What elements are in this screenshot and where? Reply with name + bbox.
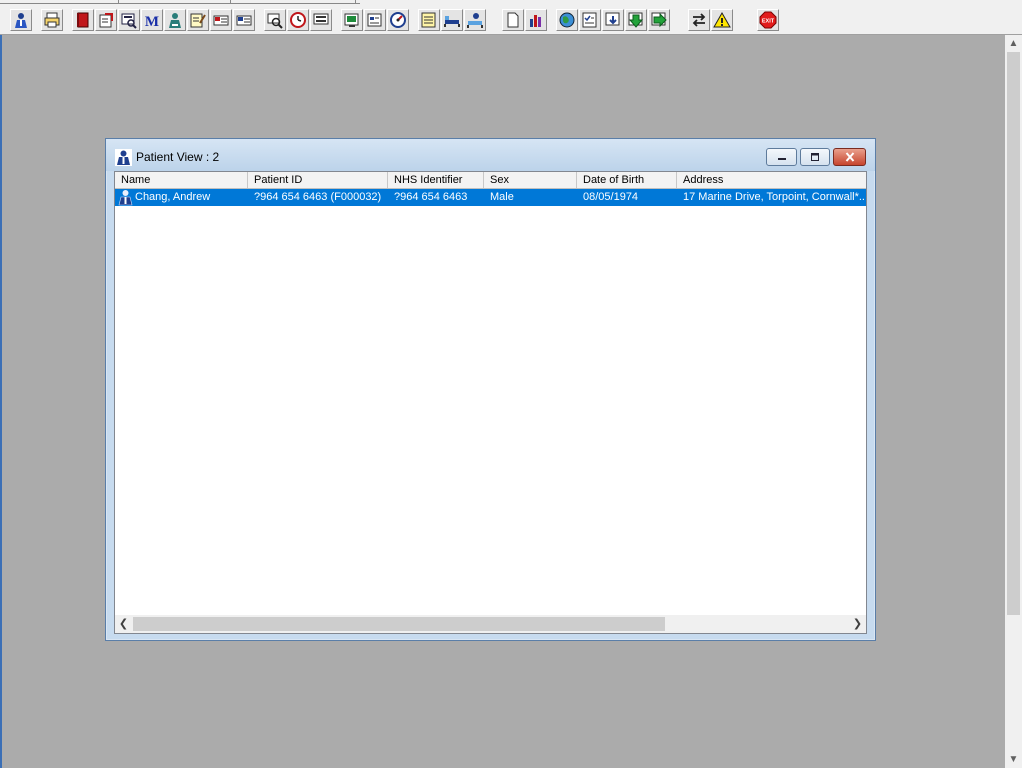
red-book-icon: [77, 12, 89, 28]
doctor-button[interactable]: [164, 9, 186, 31]
chart-window-button[interactable]: [341, 9, 363, 31]
green-arrow-down-icon: [628, 12, 644, 28]
column-header-date-of-birth[interactable]: Date of Birth: [577, 172, 677, 188]
swap-icon: [692, 13, 706, 27]
restore-icon: [811, 153, 819, 161]
column-header-patient-id[interactable]: Patient ID: [248, 172, 388, 188]
monitor-button[interactable]: [310, 9, 332, 31]
green-arrow-right-icon: [651, 12, 667, 28]
column-header-name[interactable]: Name: [115, 172, 248, 188]
card-alt-icon: [236, 15, 252, 26]
workspace-scroll-thumb[interactable]: [1007, 52, 1020, 615]
alert-button[interactable]: [711, 9, 733, 31]
form-button[interactable]: [364, 9, 386, 31]
scroll-down-arrow-icon[interactable]: ▼: [1005, 751, 1022, 768]
mail-button[interactable]: M: [141, 9, 163, 31]
doctor-icon: [169, 13, 181, 28]
scroll-right-arrow-icon[interactable]: ❯: [849, 615, 866, 633]
edit-note-icon: [190, 13, 206, 28]
print-button[interactable]: [41, 9, 63, 31]
dial-icon: [390, 12, 406, 28]
mdi-left-border: [0, 35, 2, 768]
table-row[interactable]: Chang, Andrew ?964 654 6463 (F000032) ?9…: [115, 189, 866, 206]
globe-icon: [559, 12, 575, 28]
scroll-up-arrow-icon[interactable]: ▲: [1005, 35, 1022, 52]
statistics-button[interactable]: [525, 9, 547, 31]
list-button[interactable]: [418, 9, 440, 31]
monitor-icon: [313, 13, 329, 25]
checklist-button[interactable]: [579, 9, 601, 31]
exit-button[interactable]: EXIT: [757, 9, 779, 31]
patient-button[interactable]: [10, 9, 32, 31]
cell-nhs-identifier: ?964 654 6463: [394, 191, 468, 203]
notes-button[interactable]: [95, 9, 117, 31]
form-icon: [367, 13, 382, 27]
swap-button[interactable]: [688, 9, 710, 31]
dial-button[interactable]: [387, 9, 409, 31]
exit-icon: EXIT: [759, 11, 777, 29]
import-button[interactable]: [625, 9, 647, 31]
cell-date-of-birth: 08/05/1974: [583, 191, 639, 203]
exit-label: EXIT: [762, 19, 775, 25]
globe-button[interactable]: [556, 9, 578, 31]
new-document-button[interactable]: [502, 9, 524, 31]
card-icon: [213, 15, 229, 26]
clock-icon: [290, 12, 306, 28]
find-button[interactable]: [264, 9, 286, 31]
printer-icon: [44, 12, 60, 28]
card-button[interactable]: [210, 9, 232, 31]
close-button[interactable]: [833, 148, 866, 166]
admission-button[interactable]: [464, 9, 486, 31]
minimize-button[interactable]: [766, 148, 797, 166]
patient-view-window: Patient View : 2 Name Patient ID NHS Ide…: [105, 138, 876, 641]
column-header-nhs-identifier[interactable]: NHS Identifier: [388, 172, 484, 188]
cell-sex: Male: [490, 191, 514, 203]
column-header-address[interactable]: Address: [677, 172, 866, 188]
cell-name: Chang, Andrew: [135, 191, 211, 203]
download-icon: [605, 12, 620, 26]
bed-button[interactable]: [441, 9, 463, 31]
chart-window-icon: [344, 13, 359, 27]
person-bed-icon: [467, 13, 483, 28]
cell-patient-id: ?964 654 6463 (F000032): [254, 191, 382, 203]
close-icon: [845, 152, 854, 162]
cell-address: 17 Marine Drive, Torpoint, Cornwall*...: [683, 191, 865, 203]
scroll-left-arrow-icon[interactable]: ❮: [115, 615, 132, 633]
patient-icon: [15, 13, 27, 28]
list-icon: [421, 12, 436, 28]
main-toolbar: M EXIT: [0, 0, 1022, 35]
patient-window-icon: [115, 149, 132, 166]
window-titlebar[interactable]: Patient View : 2: [106, 139, 875, 171]
notes-icon: [99, 13, 113, 28]
patient-list-view: Name Patient ID NHS Identifier Sex Date …: [114, 171, 867, 634]
horizontal-scroll-thumb[interactable]: [133, 617, 665, 631]
warning-icon: [713, 11, 731, 28]
mail-m-icon: M: [145, 14, 159, 29]
records-book-button[interactable]: [72, 9, 94, 31]
edit-note-button[interactable]: [187, 9, 209, 31]
list-header: Name Patient ID NHS Identifier Sex Date …: [115, 172, 866, 189]
blank-page-icon: [507, 12, 519, 28]
workspace-vertical-scrollbar[interactable]: ▲ ▼: [1005, 35, 1022, 768]
bed-icon: [444, 16, 460, 27]
checklist-icon: [582, 12, 597, 28]
download-button[interactable]: [602, 9, 624, 31]
minimize-icon: [777, 158, 786, 160]
maximize-button[interactable]: [800, 148, 830, 166]
export-button[interactable]: [648, 9, 670, 31]
patient-row-icon: [118, 190, 133, 206]
list-horizontal-scrollbar[interactable]: ❮ ❯: [115, 615, 866, 633]
find-icon: [267, 13, 283, 29]
document-search-icon: [121, 13, 137, 29]
document-search-button[interactable]: [118, 9, 140, 31]
column-header-sex[interactable]: Sex: [484, 172, 577, 188]
card-alt-button[interactable]: [233, 9, 255, 31]
menu-strip-remnant: [0, 0, 360, 4]
clock-button[interactable]: [287, 9, 309, 31]
svg-text:M: M: [145, 14, 159, 29]
bar-chart-icon: [530, 15, 541, 27]
window-title: Patient View : 2: [136, 150, 220, 164]
